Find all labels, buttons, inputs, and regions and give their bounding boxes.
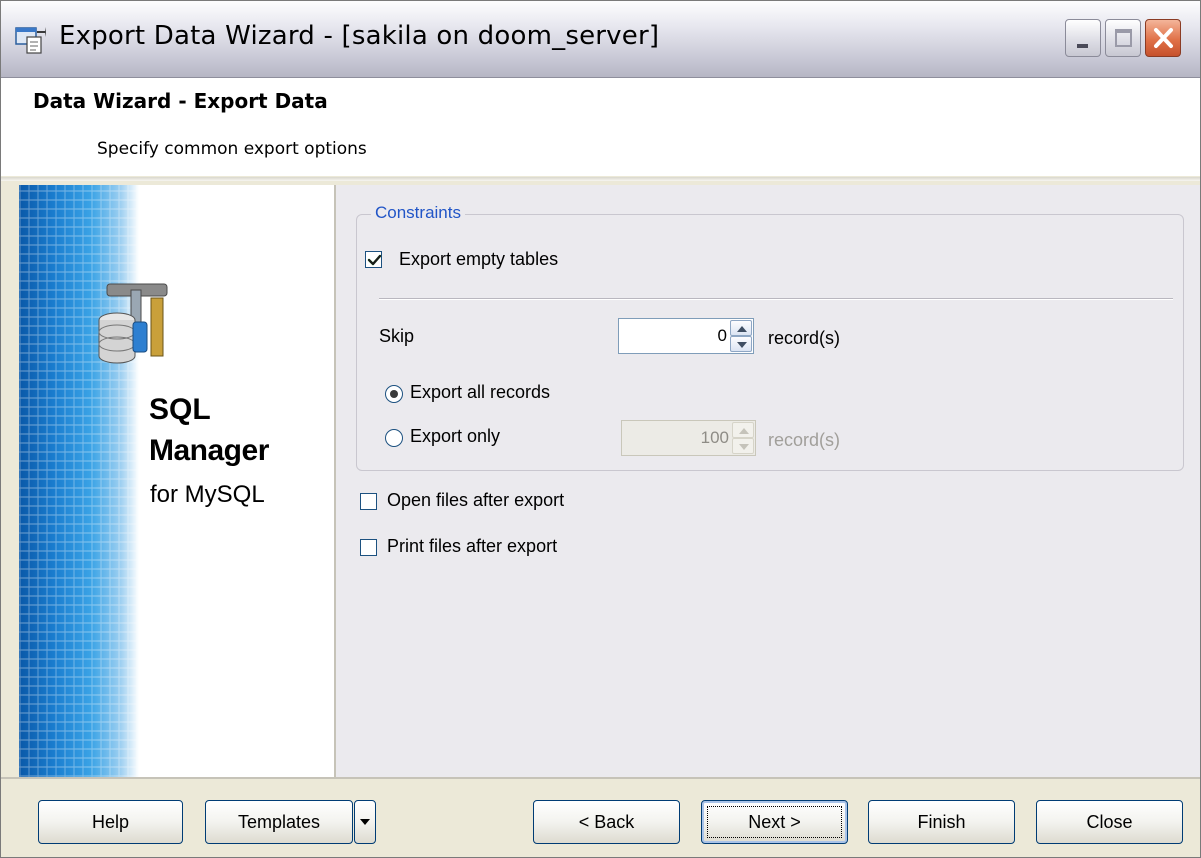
wizard-step-title: Data Wizard - Export Data [33,89,328,113]
templates-button-label: Templates [237,812,321,832]
finish-button[interactable]: Finish [868,800,1015,844]
export-data-wizard-window: Export Data Wizard - [sakila on doom_ser… [0,0,1201,858]
arrow-up-icon [737,326,747,332]
open-files-after-export-label[interactable]: Open files after export [387,490,564,511]
checkmark-icon [367,254,382,266]
skip-label: Skip [379,326,415,346]
export-only-decrement-button[interactable] [732,438,754,454]
skip-records-spinner[interactable]: 0 [618,318,754,354]
product-name-for-mysql: for MySQL [150,481,265,508]
chevron-down-icon [360,819,370,825]
export-empty-tables-checkbox[interactable] [365,251,382,268]
print-files-after-export-label[interactable]: Print files after export [387,536,557,557]
window-title: Export Data Wizard - [sakila on doom_ser… [59,21,660,51]
export-only-records-value[interactable]: 100 [701,428,729,448]
export-all-records-label[interactable]: Export all records [410,382,550,403]
database-tools-icon [98,283,168,364]
constraints-legend: Constraints [371,203,465,223]
skip-decrement-button[interactable] [730,336,752,352]
finish-button-label: Finish [917,812,966,832]
arrow-down-icon [739,444,749,450]
templates-button[interactable]: Templates [205,800,353,844]
title-bar[interactable]: Export Data Wizard - [sakila on doom_ser… [1,1,1200,78]
export-only-increment-button[interactable] [732,422,754,438]
print-files-after-export-checkbox[interactable] [360,539,377,556]
export-only-records-unit: record(s) [768,430,841,450]
wizard-app-icon [15,25,47,55]
templates-dropdown-button[interactable] [354,800,376,844]
help-button[interactable]: Help [38,800,183,844]
product-name-sql: SQL [149,393,211,426]
close-window-button[interactable] [1145,19,1181,57]
wizard-step-subtitle: Specify common export options [97,139,367,159]
product-name-manager: Manager [149,434,269,467]
export-only-radio[interactable] [385,429,403,447]
close-icon [1154,28,1173,48]
open-files-after-export-checkbox[interactable] [360,493,377,510]
next-button[interactable]: Next > [701,800,848,844]
skip-records-unit: record(s) [768,328,841,348]
radio-selected-dot [390,390,398,398]
arrow-up-icon [739,428,749,434]
close-button-label: Close [1086,812,1133,832]
maximize-button[interactable] [1105,19,1141,57]
export-empty-tables-label[interactable]: Export empty tables [399,249,558,270]
minimize-icon [1077,44,1088,48]
export-all-records-radio[interactable] [385,385,403,403]
back-button-label: < Back [578,812,635,832]
arrow-down-icon [737,342,747,348]
close-button[interactable]: Close [1036,800,1183,844]
product-banner: SQL Manager for MySQL [19,185,334,777]
back-button[interactable]: < Back [533,800,680,844]
export-only-label[interactable]: Export only [410,426,500,447]
header-divider [1,177,1200,181]
constraints-separator-highlight [379,299,1173,300]
skip-increment-button[interactable] [730,320,752,336]
minimize-button[interactable] [1065,19,1101,57]
skip-records-value[interactable]: 0 [718,326,727,346]
export-only-records-spinner[interactable]: 100 [621,420,756,456]
next-button-label: Next > [748,812,801,832]
help-button-label: Help [91,812,130,832]
maximize-icon [1115,29,1132,47]
